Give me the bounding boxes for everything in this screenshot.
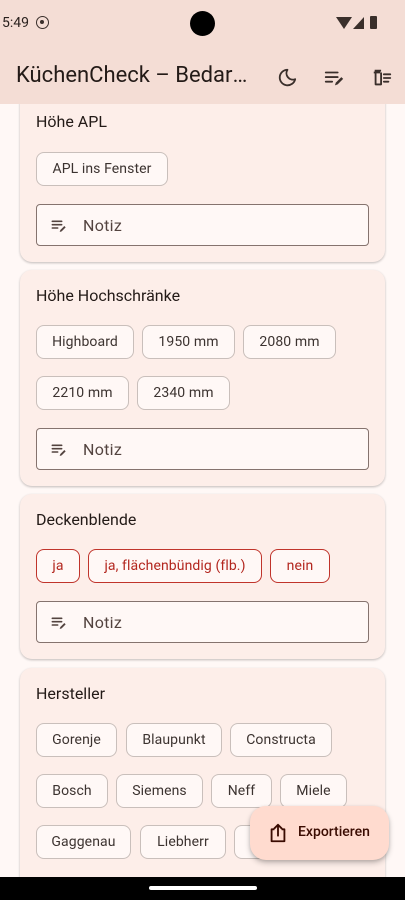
card-title: Deckenblende xyxy=(36,510,137,529)
chip-option[interactable]: Constructa xyxy=(230,723,332,757)
clear-all-button[interactable] xyxy=(362,58,402,98)
note-label: Notiz xyxy=(83,440,123,459)
chip-option[interactable]: Bosch xyxy=(36,774,108,808)
note-field[interactable]: Notiz xyxy=(36,428,369,470)
note-field[interactable]: Notiz xyxy=(36,601,369,643)
moon-icon xyxy=(278,68,297,87)
chip-option[interactable]: Siemens xyxy=(116,774,203,808)
status-time: 5:49 xyxy=(2,15,29,31)
status-bar: 5:49 xyxy=(0,0,405,50)
chip-option[interactable]: APL ins Fenster xyxy=(36,152,168,186)
chip-option[interactable]: 2080 mm xyxy=(243,325,336,359)
note-label: Notiz xyxy=(83,216,123,235)
delete-list-icon xyxy=(373,69,392,86)
card-deckenblende: Deckenblende ja ja, flächenbündig (flb.)… xyxy=(20,494,385,659)
home-gesture-handle[interactable] xyxy=(149,886,257,890)
chip-option[interactable]: Liebherr xyxy=(140,825,226,859)
note-field[interactable]: Notiz xyxy=(36,204,369,246)
chip-option[interactable]: Gaggenau xyxy=(36,825,131,859)
wifi-icon xyxy=(336,17,352,29)
edit-note-icon xyxy=(324,71,344,86)
export-button[interactable]: Exportieren xyxy=(250,806,389,860)
camera-cutout xyxy=(190,11,215,36)
card-title: Höhe APL xyxy=(36,112,107,131)
card-hoehe-apl: Höhe APL APL ins Fenster Notiz xyxy=(20,104,385,262)
content-list[interactable]: Höhe APL APL ins Fenster Notiz Höhe Hoch… xyxy=(0,104,405,877)
card-title: Hersteller xyxy=(36,684,105,703)
card-hoehe-hochschraenke: Höhe Hochschränke Highboard 1950 mm 2080… xyxy=(20,270,385,486)
app-title: KüchenCheck – Bedarfsanalyse xyxy=(16,63,252,88)
dark-mode-button[interactable] xyxy=(267,58,307,98)
card-title: Höhe Hochschränke xyxy=(36,286,181,305)
edit-notes-button[interactable] xyxy=(314,58,354,98)
chip-option[interactable]: Gorenje xyxy=(36,723,117,757)
chip-option[interactable]: ja, flächenbündig (flb.) xyxy=(88,549,262,583)
chip-option[interactable]: ja xyxy=(36,549,80,583)
notes-icon xyxy=(51,617,66,629)
chip-option[interactable]: 2340 mm xyxy=(137,376,230,410)
chip-option[interactable]: 2210 mm xyxy=(36,376,129,410)
chip-option[interactable]: nein xyxy=(270,549,330,583)
chip-option[interactable]: Neff xyxy=(211,774,272,808)
app-bar: KüchenCheck – Bedarfsanalyse xyxy=(0,50,405,104)
note-label: Notiz xyxy=(83,613,123,632)
notification-icon xyxy=(36,16,49,29)
chip-option[interactable]: Miele xyxy=(280,774,347,808)
cell-signal-icon xyxy=(353,17,364,29)
chip-option[interactable]: Highboard xyxy=(36,325,134,359)
system-nav-bar xyxy=(0,877,405,900)
share-icon xyxy=(270,823,286,843)
chip-option[interactable]: Blaupunkt xyxy=(126,723,222,757)
notes-icon xyxy=(51,220,66,232)
battery-icon xyxy=(370,16,377,29)
chip-option[interactable]: 1950 mm xyxy=(142,325,235,359)
export-label: Exportieren xyxy=(298,824,370,840)
notes-icon xyxy=(51,444,66,456)
